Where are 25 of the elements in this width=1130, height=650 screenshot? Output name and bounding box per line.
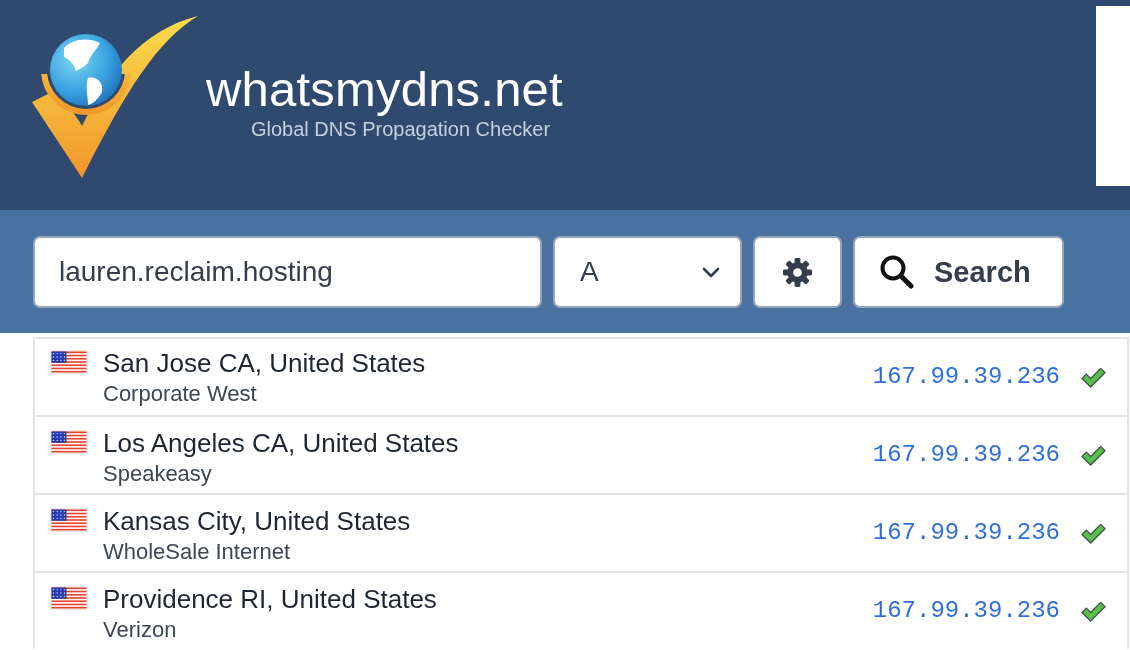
flag-icon (50, 350, 88, 374)
location-text: San Jose CA, United States (103, 347, 426, 380)
search-icon (880, 255, 914, 289)
location-text: Los Angeles CA, United States (103, 427, 459, 460)
ip-address: 167.99.39.236 (872, 440, 1060, 470)
ip-address: 167.99.39.236 (872, 596, 1060, 626)
location-text: Providence RI, United States (103, 583, 437, 616)
settings-icon (782, 256, 813, 288)
record-type-select[interactable]: A (553, 236, 742, 308)
provider-text: Corporate West (103, 380, 257, 408)
site-tagline: Global DNS Propagation Checker (251, 117, 551, 141)
flag-icon (50, 508, 88, 532)
domain-input[interactable]: lauren.reclaim.hosting (33, 236, 542, 308)
provider-text: Verizon (103, 616, 177, 644)
search-button[interactable]: Search (853, 236, 1064, 308)
provider-text: WholeSale Internet (103, 538, 291, 566)
chevron-down-icon (702, 266, 720, 278)
settings-button[interactable] (753, 236, 842, 308)
provider-text: Speakeasy (103, 460, 212, 488)
ip-address: 167.99.39.236 (872, 362, 1060, 392)
ip-address: 167.99.39.236 (872, 518, 1060, 548)
flag-icon (50, 586, 88, 610)
flag-icon (50, 430, 88, 454)
site-title: whatsmydns.net (206, 61, 563, 117)
location-text: Kansas City, United States (103, 505, 411, 538)
